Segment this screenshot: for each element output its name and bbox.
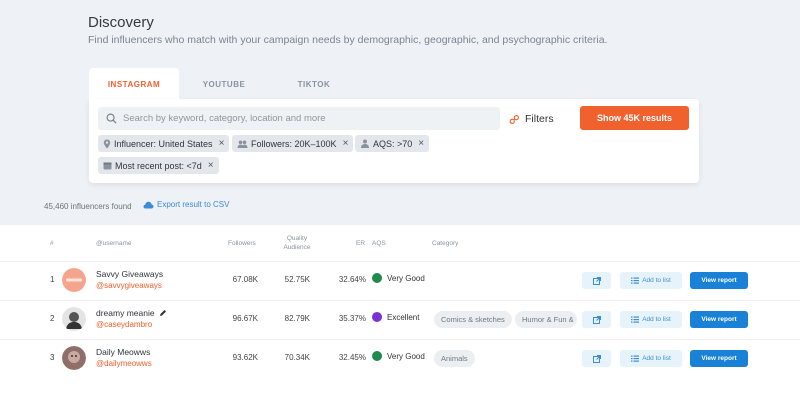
- search-input[interactable]: [123, 113, 483, 124]
- avatar: [62, 307, 86, 331]
- search-icon: [106, 113, 117, 124]
- aqs-rating: Excellent: [372, 312, 419, 322]
- chip-label: Influencer: United States: [114, 138, 213, 149]
- audience-icon: [360, 139, 370, 148]
- followers-value: 93.62K: [232, 353, 258, 362]
- view-report-button[interactable]: View report: [690, 311, 748, 328]
- remove-chip-icon[interactable]: ×: [343, 138, 349, 149]
- page-subtitle: Find influencers who match with your cam…: [88, 34, 608, 46]
- chip-label: AQS: >70: [373, 138, 413, 149]
- show-results-button[interactable]: Show 45K results: [580, 106, 689, 130]
- influencer-name[interactable]: dreamy meanie: [96, 308, 167, 318]
- category-tag: Animals: [434, 350, 475, 367]
- influencer-name[interactable]: Daily Meowws: [96, 347, 150, 357]
- quality-audience-value: 52.75K: [284, 275, 310, 284]
- avatar: [62, 268, 86, 292]
- table-row: 3 Daily Meowws @dailymeowws 93.62K 70.34…: [0, 339, 800, 378]
- col-quality-audience[interactable]: Quality Audience: [282, 234, 312, 252]
- row-number: 1: [50, 275, 55, 284]
- quality-audience-value: 70.34K: [284, 353, 310, 362]
- open-profile-button[interactable]: [582, 272, 611, 289]
- row-number: 2: [50, 314, 55, 323]
- followers-value: 67.08K: [232, 275, 258, 284]
- export-csv-link[interactable]: Export result to CSV: [143, 200, 229, 209]
- filter-chip-aqs: AQS: >70 ×: [355, 135, 430, 152]
- category-tag: Comics & sketches: [434, 311, 512, 328]
- list-icon: [631, 355, 640, 362]
- page-title: Discovery: [88, 14, 154, 31]
- calendar-icon: [103, 161, 112, 170]
- cloud-download-icon: [143, 201, 154, 208]
- view-report-button[interactable]: View report: [690, 350, 748, 367]
- er-value: 35.37%: [338, 314, 366, 323]
- avatar: [62, 346, 86, 370]
- col-aqs[interactable]: AQS: [372, 239, 386, 248]
- filters-label: Filters: [525, 113, 554, 125]
- remove-chip-icon[interactable]: ×: [219, 138, 225, 149]
- open-profile-button[interactable]: [582, 350, 611, 367]
- chip-label: Followers: 20K–100K: [251, 138, 337, 149]
- remove-chip-icon[interactable]: ×: [418, 138, 424, 149]
- col-er[interactable]: ER: [356, 239, 365, 248]
- open-profile-button[interactable]: [582, 311, 611, 328]
- filter-chip-location: Influencer: United States ×: [98, 135, 230, 152]
- external-link-icon: [592, 354, 601, 363]
- table-header: # @username Followers Quality Audience E…: [0, 230, 800, 258]
- export-label: Export result to CSV: [157, 200, 230, 209]
- aqs-rating: Very Good: [372, 273, 425, 283]
- influencer-handle[interactable]: @caseydambro: [96, 320, 152, 329]
- results-count: 45,460 influencers found: [44, 202, 132, 211]
- people-icon: [237, 140, 248, 148]
- table-row: 2 dreamy meanie @caseydambro 96.67K 82.7…: [0, 300, 800, 339]
- search-box[interactable]: [98, 107, 500, 130]
- table-row: 1 Savvy Giveaways @savvygiveaways 67.08K…: [0, 261, 800, 300]
- filters-icon: [509, 114, 519, 124]
- filters-button[interactable]: Filters: [509, 109, 554, 129]
- aqs-dot-icon: [372, 312, 382, 322]
- external-link-icon: [592, 315, 601, 324]
- pencil-icon: [159, 310, 166, 316]
- aqs-dot-icon: [372, 273, 382, 283]
- list-icon: [631, 316, 640, 323]
- filter-chip-recent-post: Most recent post: <7d ×: [98, 157, 219, 174]
- remove-chip-icon[interactable]: ×: [208, 160, 214, 171]
- col-category: Category: [432, 240, 459, 247]
- col-number: #: [50, 240, 54, 247]
- influencer-handle[interactable]: @savvygiveaways: [96, 281, 162, 290]
- col-username: @username: [96, 240, 132, 247]
- influencer-handle[interactable]: @dailymeowws: [96, 359, 152, 368]
- tab-tiktok[interactable]: TIKTOK: [269, 68, 359, 100]
- chip-label: Most recent post: <7d: [115, 160, 202, 171]
- er-value: 32.45%: [338, 353, 366, 362]
- er-value: 32.64%: [338, 275, 366, 284]
- location-pin-icon: [103, 139, 111, 149]
- tab-youtube[interactable]: YOUTUBE: [179, 68, 269, 100]
- external-link-icon: [592, 276, 601, 285]
- followers-value: 96.67K: [232, 314, 258, 323]
- quality-audience-value: 82.79K: [284, 314, 310, 323]
- filter-chip-followers: Followers: 20K–100K ×: [232, 135, 354, 152]
- col-followers[interactable]: Followers: [228, 239, 256, 248]
- row-number: 3: [50, 353, 55, 362]
- add-to-list-button[interactable]: Add to list: [620, 311, 682, 328]
- category-tag: Humor & Fun &: [515, 311, 577, 328]
- view-report-button[interactable]: View report: [690, 272, 748, 289]
- add-to-list-button[interactable]: Add to list: [620, 272, 682, 289]
- tab-instagram[interactable]: INSTAGRAM: [89, 68, 179, 100]
- add-to-list-button[interactable]: Add to list: [620, 350, 682, 367]
- search-panel: Filters Show 45K results Influencer: Uni…: [89, 99, 699, 183]
- list-icon: [631, 277, 640, 284]
- platform-tabs: INSTAGRAM YOUTUBE TIKTOK: [89, 68, 359, 100]
- aqs-rating: Very Good: [372, 351, 425, 361]
- aqs-dot-icon: [372, 351, 382, 361]
- influencer-name[interactable]: Savvy Giveaways: [96, 269, 163, 279]
